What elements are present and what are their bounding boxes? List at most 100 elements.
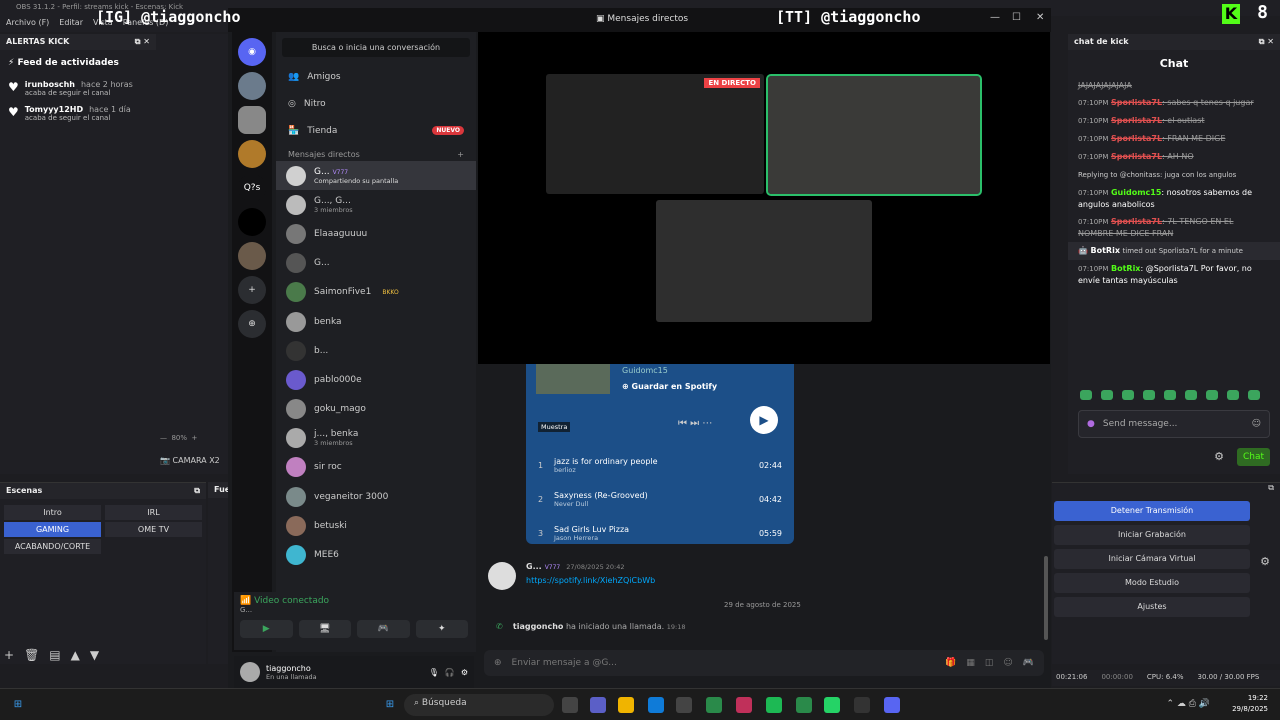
activity-icon[interactable]: 🎮 <box>357 620 410 638</box>
emote-icon[interactable] <box>1206 390 1218 400</box>
emote-icon[interactable] <box>1248 390 1260 400</box>
apps-icon[interactable]: 🎮 <box>1023 658 1034 668</box>
dock-float-icon[interactable]: ⧉ <box>194 486 200 496</box>
task-view-icon[interactable] <box>562 697 578 713</box>
emote-icon[interactable] <box>1164 390 1176 400</box>
avatar[interactable] <box>240 662 260 682</box>
discord-home-icon[interactable]: ◉ <box>238 38 266 66</box>
app-icon[interactable] <box>736 697 752 713</box>
down-icon[interactable]: ▼ <box>90 648 99 662</box>
dock-float-icon[interactable]: ⧉ <box>1052 483 1280 497</box>
file-explorer-icon[interactable] <box>618 697 634 713</box>
soundboard-icon[interactable]: ✦ <box>415 620 468 638</box>
dm-item[interactable]: goku_mago <box>276 395 476 424</box>
plus-circle-icon[interactable]: ⊕ <box>494 658 502 668</box>
settings-gear-icon[interactable]: ⚙ <box>461 668 468 677</box>
trash-icon[interactable]: 🗑 <box>24 648 39 662</box>
gif-icon[interactable]: ▦ <box>966 658 975 668</box>
virtual-camera-gear-icon[interactable]: ⚙ <box>1260 555 1270 568</box>
emote-icon[interactable] <box>1080 390 1092 400</box>
send-message-input[interactable]: ● Send message... ☺ <box>1078 410 1270 438</box>
scene-intro[interactable]: Intro <box>4 505 101 520</box>
dm-item[interactable]: G... V777 Compartiendo su pantalla <box>276 161 476 191</box>
server-icon[interactable] <box>238 208 266 236</box>
mic-icon[interactable]: 🎙 <box>429 668 439 677</box>
dm-item[interactable]: betuski <box>276 511 476 540</box>
dm-item[interactable]: benka <box>276 307 476 336</box>
virtual-camera-button[interactable]: Iniciar Cámara Virtual <box>1054 549 1250 569</box>
dm-search-input[interactable]: Busca o inicia una conversación <box>282 38 470 57</box>
avatar[interactable] <box>488 562 516 590</box>
scene-ome-tv[interactable]: OME TV <box>105 522 202 537</box>
edge-icon[interactable] <box>648 697 664 713</box>
spotify-icon[interactable] <box>766 697 782 713</box>
webcam-tile[interactable] <box>656 200 872 322</box>
add-server-icon[interactable]: + <box>238 276 266 304</box>
explore-icon[interactable]: ⊕ <box>238 310 266 338</box>
nav-nitro[interactable]: ◎ Nitro <box>276 90 476 117</box>
dm-item[interactable]: G... <box>276 249 476 278</box>
menu-archivo[interactable]: Archivo (F) <box>6 18 49 30</box>
save-spotify-button[interactable]: ⊕ Guardar en Spotify <box>622 382 717 391</box>
dm-item[interactable]: j..., benka 3 miembros <box>276 424 476 453</box>
emote-icon[interactable] <box>1227 390 1239 400</box>
webcam-tile[interactable] <box>766 74 982 196</box>
dm-item[interactable]: sir roc <box>276 453 476 482</box>
scene-gaming[interactable]: GAMING <box>4 522 101 537</box>
sticker-icon[interactable]: ◫ <box>985 658 994 668</box>
add-dm-icon[interactable]: + <box>457 150 464 159</box>
server-icon[interactable] <box>238 242 266 270</box>
dm-item[interactable]: G..., G... 3 miembros <box>276 190 476 219</box>
dm-item[interactable]: MEE6 <box>276 540 476 569</box>
emoji-icon[interactable]: ☺ <box>1003 658 1012 668</box>
track-row[interactable]: 2 Saxyness (Re-Grooved) Never Dull 04:42 <box>526 482 794 516</box>
menu-editar[interactable]: Editar <box>59 18 83 30</box>
screen-share-tile[interactable]: EN DIRECTO <box>546 74 764 194</box>
nav-amigos[interactable]: 👥 Amigos <box>276 63 476 90</box>
server-icon[interactable] <box>238 140 266 168</box>
teams-icon[interactable] <box>590 697 606 713</box>
close-icon[interactable]: ✕ <box>1036 12 1044 23</box>
dm-item[interactable]: pablo000e <box>276 365 476 394</box>
scene-acabando[interactable]: ACABANDO/CORTE <box>4 539 101 554</box>
start-recording-button[interactable]: Iniciar Grabación <box>1054 525 1250 545</box>
taskbar-clock[interactable]: 19:22 29/8/2025 <box>1232 693 1268 715</box>
server-qs[interactable]: Q?s <box>238 174 266 202</box>
emote-icon[interactable] <box>1101 390 1113 400</box>
discord-icon[interactable] <box>884 697 900 713</box>
scene-irl[interactable]: IRL <box>105 505 202 520</box>
emote-icon[interactable] <box>1122 390 1134 400</box>
player-controls[interactable]: ⏮ ⏭ ⋯ <box>678 418 712 429</box>
maximize-icon[interactable]: ☐ <box>1012 12 1021 23</box>
dm-item[interactable]: SaimonFive1 BKKO <box>276 278 476 307</box>
dm-item[interactable]: veganeitor 3000 <box>276 482 476 511</box>
screen-share-icon[interactable]: 🖥 <box>298 620 351 638</box>
scrollbar[interactable] <box>1044 556 1048 640</box>
studio-mode-button[interactable]: Modo Estudio <box>1054 573 1250 593</box>
system-tray-icons[interactable]: ⌃ ☁ ⎙ 🔊 <box>1166 699 1210 709</box>
chrome-icon[interactable] <box>796 697 812 713</box>
stop-stream-button[interactable]: Detener Transmisión <box>1054 501 1250 521</box>
gift-icon[interactable]: 🎁 <box>945 658 956 668</box>
whatsapp-icon[interactable] <box>824 697 840 713</box>
play-icon[interactable]: ▶ <box>750 406 778 434</box>
camera-toggle-icon[interactable]: ▶ <box>240 620 293 638</box>
minimize-icon[interactable]: — <box>990 12 1000 23</box>
message-input[interactable]: ⊕ Enviar mensaje a @G... 🎁 ▦ ◫ ☺ 🎮 <box>484 650 1044 676</box>
chat-send-button[interactable]: Chat <box>1236 448 1270 466</box>
dm-item[interactable]: b... <box>276 336 476 365</box>
track-row[interactable]: 1 jazz is for ordinary people berlioz 02:44 <box>526 448 794 482</box>
chrome-icon[interactable] <box>706 697 722 713</box>
up-icon[interactable]: ▲ <box>71 648 80 662</box>
zoom-controls[interactable]: — 80% + <box>160 434 197 442</box>
dock-close-icon[interactable]: ⧉ ✕ <box>1259 37 1274 47</box>
headphones-icon[interactable]: 🎧 <box>445 668 455 677</box>
filter-icon[interactable]: ▤ <box>49 648 60 662</box>
dock-close-icon[interactable]: ⧉ ✕ <box>135 37 150 47</box>
dm-item[interactable]: Elaaaguuuu <box>276 219 476 248</box>
windows-start-icon[interactable]: ⊞ <box>10 697 26 713</box>
emote-icon[interactable] <box>1185 390 1197 400</box>
add-icon[interactable]: + <box>4 648 14 662</box>
windows-start-icon[interactable]: ⊞ <box>382 697 398 713</box>
taskbar-search[interactable]: ⌕ Búsqueda <box>404 694 554 716</box>
